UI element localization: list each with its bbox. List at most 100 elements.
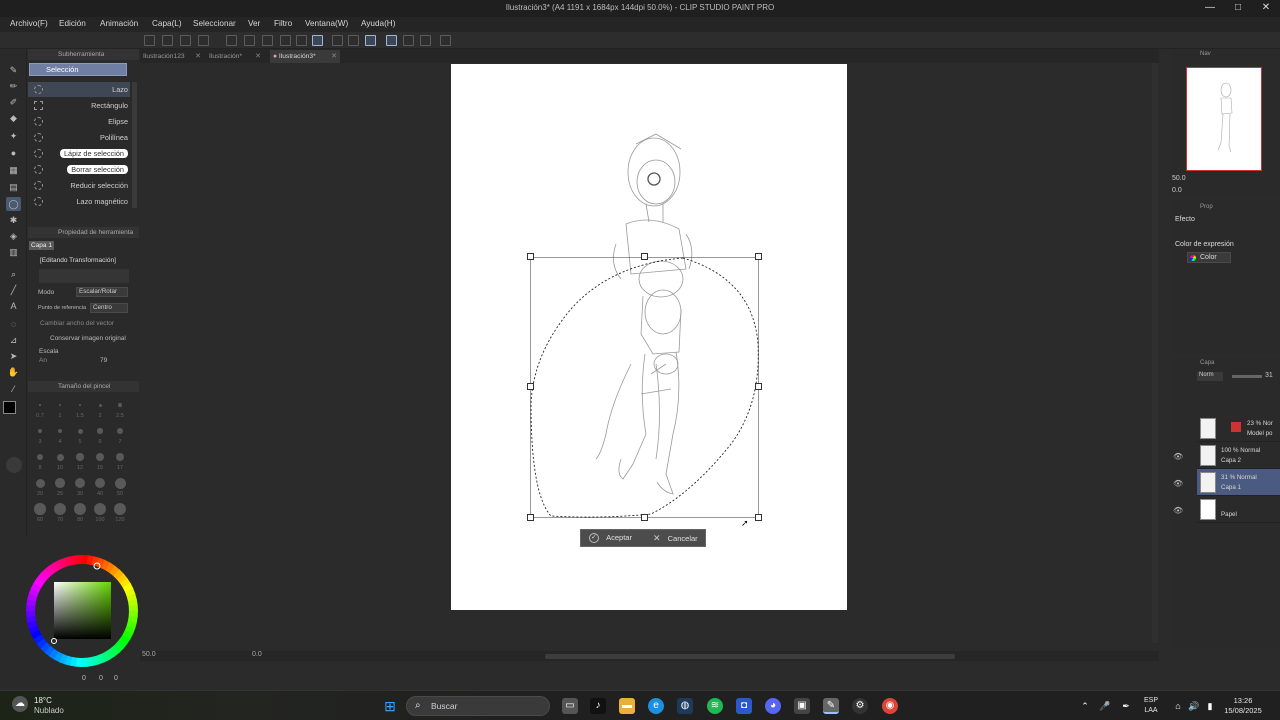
reference-point-select[interactable]: Centro xyxy=(90,303,128,313)
menu-filtro[interactable]: Filtro xyxy=(274,19,292,28)
brush-size-preset[interactable] xyxy=(118,403,122,407)
snap-ruler-icon[interactable] xyxy=(386,35,397,46)
pencil-tool-icon[interactable]: ✏ xyxy=(6,79,21,93)
tab-ilustracion3[interactable]: ● Ilustración3* ✕ xyxy=(270,50,340,63)
snap-grid-icon[interactable] xyxy=(403,35,414,46)
hand-tool-icon[interactable]: ✋ xyxy=(6,365,21,379)
ruler-tool-icon[interactable]: ⊿ xyxy=(6,333,21,347)
transform-mode-icons[interactable] xyxy=(39,269,129,283)
accept-button[interactable]: ✓ Aceptar xyxy=(589,530,647,546)
clip-studio-taskbar-icon[interactable]: ✎ xyxy=(823,698,839,714)
brush-size-preset[interactable] xyxy=(114,477,126,489)
close-tab-icon[interactable]: ✕ xyxy=(255,50,261,63)
transform-icon[interactable] xyxy=(312,35,323,46)
brush-size-preset[interactable] xyxy=(35,478,45,488)
text-tool-icon[interactable]: A xyxy=(6,299,21,313)
transform-handle-ml[interactable] xyxy=(527,383,534,390)
close-tab-icon[interactable]: ✕ xyxy=(331,50,337,63)
keep-original-checkbox[interactable]: Conservar imagen original xyxy=(50,335,126,342)
mic-icon[interactable]: 🎤 xyxy=(1097,698,1113,714)
subtool-lazo[interactable]: Lazo xyxy=(28,82,130,97)
fill-icon[interactable] xyxy=(280,35,291,46)
visibility-eye-icon[interactable]: 👁 xyxy=(1173,479,1183,488)
brush-size-preset[interactable] xyxy=(96,453,104,461)
subtool-lazo-magnetico[interactable]: Lazo magnético xyxy=(28,194,130,209)
object-tool-icon[interactable]: ➤ xyxy=(6,349,21,363)
blend-mode-select[interactable]: Norm xyxy=(1197,372,1223,381)
undo-icon[interactable] xyxy=(226,35,237,46)
brush-size-preset[interactable] xyxy=(114,503,126,515)
export-icon[interactable] xyxy=(198,35,209,46)
gradient-tool-icon[interactable]: ▤ xyxy=(6,180,21,194)
zoom-tool-icon[interactable]: ⌕ xyxy=(6,267,21,281)
brush-size-preset[interactable] xyxy=(77,428,83,434)
weather-desc[interactable]: Nublado xyxy=(34,706,64,715)
clip-icon[interactable] xyxy=(440,35,451,46)
tab-ilustracion[interactable]: Ilustración* ✕ xyxy=(206,50,264,63)
scale-value[interactable]: 79 xyxy=(100,357,107,364)
canvas-rotation-value[interactable]: 0.0 xyxy=(252,651,262,658)
weather-icon[interactable]: ☁ xyxy=(12,696,28,712)
app-store-icon[interactable]: ◘ xyxy=(736,698,752,714)
cancel-button[interactable]: ✕ Cancelar xyxy=(653,530,705,546)
clock-time[interactable]: 13:26 xyxy=(1220,696,1266,705)
main-color-swatch[interactable] xyxy=(3,401,16,414)
subtool-group-tab[interactable]: Selección xyxy=(29,63,127,76)
pen-tool-icon[interactable]: ✎ xyxy=(6,63,21,77)
subtool-borrar-seleccion[interactable]: Borrar selección xyxy=(28,162,130,177)
menu-ver[interactable]: Ver xyxy=(248,19,260,28)
brush-size-preset[interactable] xyxy=(56,453,64,461)
discord-icon[interactable]: ◕ xyxy=(765,698,781,714)
subtool-elipse[interactable]: Elipse xyxy=(28,114,130,129)
weather-temp[interactable]: 18°C xyxy=(34,696,52,705)
brush-size-preset[interactable] xyxy=(76,453,84,461)
volume-icon[interactable]: 🔊 xyxy=(1186,698,1202,714)
menu-animacion[interactable]: Animación xyxy=(100,19,138,28)
task-view-icon[interactable]: ▭ xyxy=(562,698,578,714)
vector-width-checkbox[interactable]: Cambiar ancho del vector xyxy=(40,320,114,327)
navigator-zoom[interactable]: 50.0 xyxy=(1172,175,1186,182)
brush-size-preset[interactable] xyxy=(94,503,106,515)
menu-archivo[interactable]: Archivo(F) xyxy=(10,19,48,28)
horizontal-scrollbar[interactable] xyxy=(545,654,955,659)
invert-icon[interactable] xyxy=(348,35,359,46)
menu-capa[interactable]: Capa(L) xyxy=(152,19,182,28)
auto-select-tool-icon[interactable]: ✱ xyxy=(6,213,21,227)
save-icon[interactable] xyxy=(180,35,191,46)
brush-size-preset[interactable] xyxy=(78,403,82,407)
close-tab-icon[interactable]: ✕ xyxy=(195,50,201,63)
subtool-polilinea[interactable]: Polilínea xyxy=(28,130,130,145)
maximize-button[interactable]: □ xyxy=(1224,0,1252,17)
layer-item-capa1[interactable]: 31 % Normal Capa 1 xyxy=(1197,469,1280,496)
deselect-icon[interactable] xyxy=(332,35,343,46)
app-icon[interactable]: ▣ xyxy=(794,698,810,714)
brush-size-preset[interactable] xyxy=(94,477,106,489)
close-button[interactable]: ✕ xyxy=(1252,0,1280,17)
brush-size-preset[interactable] xyxy=(36,453,44,461)
brush-size-preset[interactable] xyxy=(38,429,42,433)
brush-size-preset[interactable] xyxy=(55,478,65,488)
transform-handle-bl[interactable] xyxy=(527,514,534,521)
selection-tool-icon[interactable]: ◯ xyxy=(6,197,21,211)
steam-icon[interactable]: ◍ xyxy=(677,698,693,714)
brush-size-preset[interactable] xyxy=(34,503,46,515)
expression-color-select[interactable]: Color xyxy=(1187,252,1231,263)
transform-handle-tr[interactable] xyxy=(755,253,762,260)
menu-ventana[interactable]: Ventana(W) xyxy=(305,19,348,28)
frame-tool-icon[interactable]: ▦ xyxy=(6,163,21,177)
tab-ilustracion123[interactable]: Ilustración123 ✕ xyxy=(140,50,204,63)
brush-size-preset[interactable] xyxy=(97,428,103,434)
language-bottom[interactable]: LAA xyxy=(1138,707,1164,714)
clock-date[interactable]: 15/08/2025 xyxy=(1220,706,1266,715)
color-wheel[interactable] xyxy=(0,536,139,687)
subtool-lapiz-seleccion[interactable]: Lápiz de selección xyxy=(28,146,130,161)
menu-ayuda[interactable]: Ayuda(H) xyxy=(361,19,395,28)
selection-border-icon[interactable] xyxy=(365,35,376,46)
brush-size-preset[interactable] xyxy=(59,404,61,406)
navigator-thumbnail[interactable] xyxy=(1186,67,1262,171)
transform-handle-bc[interactable] xyxy=(641,514,648,521)
brush-size-preset[interactable] xyxy=(98,403,102,407)
brush-size-preset[interactable] xyxy=(75,478,85,488)
decoration-tool-icon[interactable]: ✦ xyxy=(6,129,21,143)
spotify-icon[interactable]: ≋ xyxy=(707,698,723,714)
